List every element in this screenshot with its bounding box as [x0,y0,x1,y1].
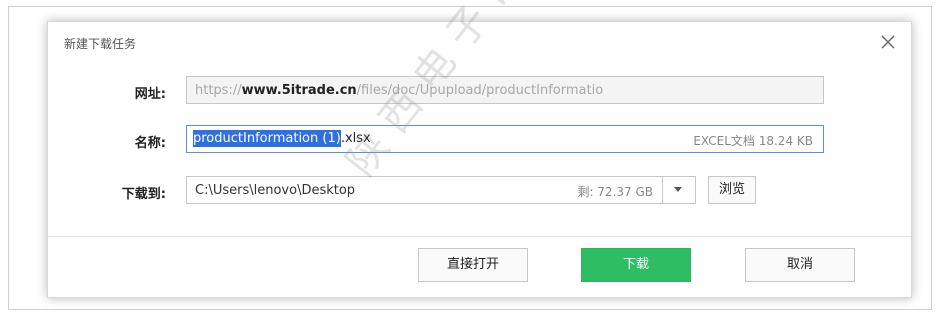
url-field[interactable]: https://www.5itrade.cn/files/doc/Upuploa… [186,76,824,104]
path-label: 下载到: [121,187,166,202]
path-row: 下载到: C:\Users\lenovo\Desktop 剩: 72.37 GB… [48,176,911,206]
new-download-dialog: 新建下载任务 网址: https://www.5itrade.cn/files/… [47,21,912,298]
open-directly-button[interactable]: 直接打开 [418,248,528,282]
url-prefix: https:// [195,83,242,98]
url-host: www.5itrade.cn [241,83,357,98]
close-button[interactable] [877,31,899,53]
download-button[interactable]: 下载 [581,248,691,282]
dialog-title: 新建下载任务 [64,37,137,51]
download-path-field[interactable]: C:\Users\lenovo\Desktop 剩: 72.37 GB [186,176,696,204]
download-path-text: C:\Users\lenovo\Desktop [195,183,356,198]
file-extension: .xlsx [340,131,371,146]
file-type-size: EXCEL文档 18.24 KB [693,134,813,148]
url-path: /files/doc/Upupload/productInformatio [356,83,604,98]
close-icon [881,35,895,49]
name-row: 名称: productInformation (1).xlsx EXCEL文档 … [48,125,911,155]
browse-button[interactable]: 浏览 [708,176,756,204]
chevron-down-icon [674,187,682,192]
free-space-text: 剩: 72.37 GB [577,185,653,199]
name-label: 名称: [134,136,166,151]
file-name-selected: productInformation (1) [193,130,341,147]
dialog-title-bar: 新建下载任务 [48,22,911,62]
footer-divider [48,236,911,237]
cancel-button[interactable]: 取消 [745,248,855,282]
url-label: 网址: [134,87,166,102]
screenshot-stage: 新建下载任务 网址: https://www.5itrade.cn/files/… [0,0,941,316]
file-name-input[interactable]: productInformation (1).xlsx EXCEL文档 18.2… [186,125,824,153]
file-name-text: productInformation (1).xlsx [193,130,371,148]
path-dropdown-button[interactable] [662,177,695,203]
url-row: 网址: https://www.5itrade.cn/files/doc/Upu… [48,76,911,106]
